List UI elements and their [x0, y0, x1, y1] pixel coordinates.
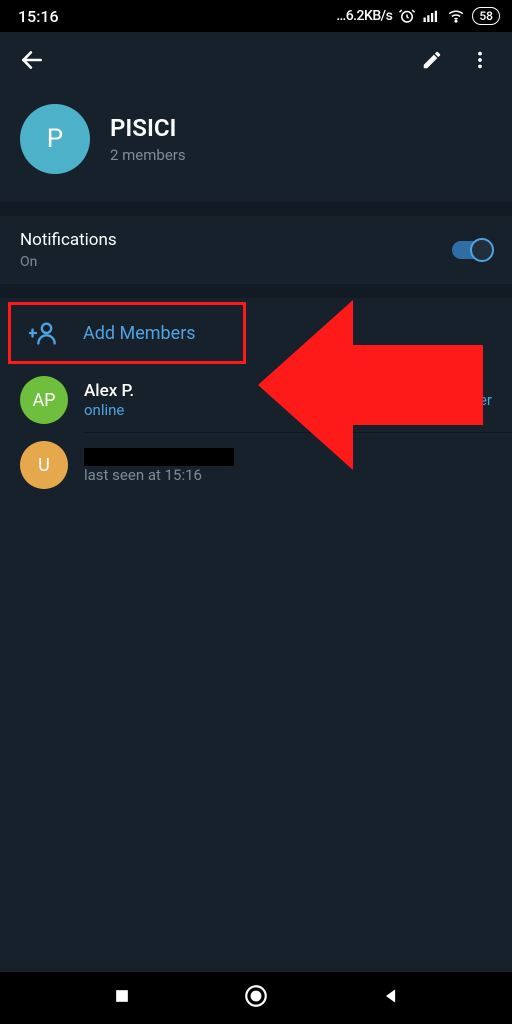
member-info: Alex P.online: [84, 381, 433, 419]
signal-icon: [422, 7, 440, 25]
add-members-label: Add Members: [83, 323, 196, 344]
section-divider: [0, 284, 512, 298]
member-row[interactable]: Ulast seen at 15:16: [0, 433, 512, 497]
app-bar: [0, 32, 512, 88]
android-nav-bar: [0, 972, 512, 1024]
pencil-icon: [421, 49, 443, 71]
notifications-value: On: [20, 254, 452, 270]
status-indicators: …6.2KB/s 58: [336, 7, 500, 25]
notifications-row[interactable]: Notifications On: [0, 216, 512, 284]
nav-recent-button[interactable]: [112, 986, 132, 1010]
status-bar: 15:16 …6.2KB/s 58: [0, 0, 512, 32]
arrow-left-icon: [19, 47, 45, 73]
status-time: 15:16: [18, 7, 59, 26]
circle-icon: [243, 983, 269, 1009]
member-avatar: U: [20, 441, 68, 489]
member-info: last seen at 15:16: [84, 446, 476, 484]
member-row[interactable]: AP Alex P.online Owner: [0, 368, 512, 432]
battery-indicator: 58: [472, 7, 500, 25]
nav-back-button[interactable]: [381, 986, 401, 1010]
group-avatar[interactable]: P: [20, 104, 90, 174]
group-profile-header: P PISICI 2 members: [0, 88, 512, 202]
member-role: Owner: [449, 391, 492, 409]
member-name: [84, 446, 476, 466]
group-subtitle: 2 members: [110, 146, 186, 164]
nav-home-button[interactable]: [243, 983, 269, 1013]
edit-button[interactable]: [408, 36, 456, 84]
square-icon: [112, 986, 132, 1006]
network-speed: …6.2KB/s: [336, 8, 392, 24]
member-status: last seen at 15:16: [84, 466, 476, 484]
toggle-knob: [470, 238, 494, 262]
add-person-icon: [29, 319, 57, 347]
notifications-toggle[interactable]: [452, 241, 492, 259]
highlight-annotation: Add Members: [8, 302, 246, 364]
notifications-label: Notifications: [20, 230, 452, 250]
member-status: online: [84, 401, 433, 419]
dots-vertical-icon: [469, 49, 491, 71]
member-name: Alex P.: [84, 381, 433, 401]
triangle-left-icon: [381, 986, 401, 1006]
group-title: PISICI: [110, 114, 186, 142]
back-button[interactable]: [8, 36, 56, 84]
member-avatar: AP: [20, 376, 68, 424]
add-members-button[interactable]: Add Members: [11, 305, 229, 361]
members-list: AP Alex P.online Owner Ulast seen at 15:16: [0, 368, 512, 497]
more-button[interactable]: [456, 36, 504, 84]
alarm-icon: [398, 7, 416, 25]
section-divider: [0, 202, 512, 216]
wifi-icon: [446, 7, 466, 25]
redacted-name: [84, 448, 234, 466]
